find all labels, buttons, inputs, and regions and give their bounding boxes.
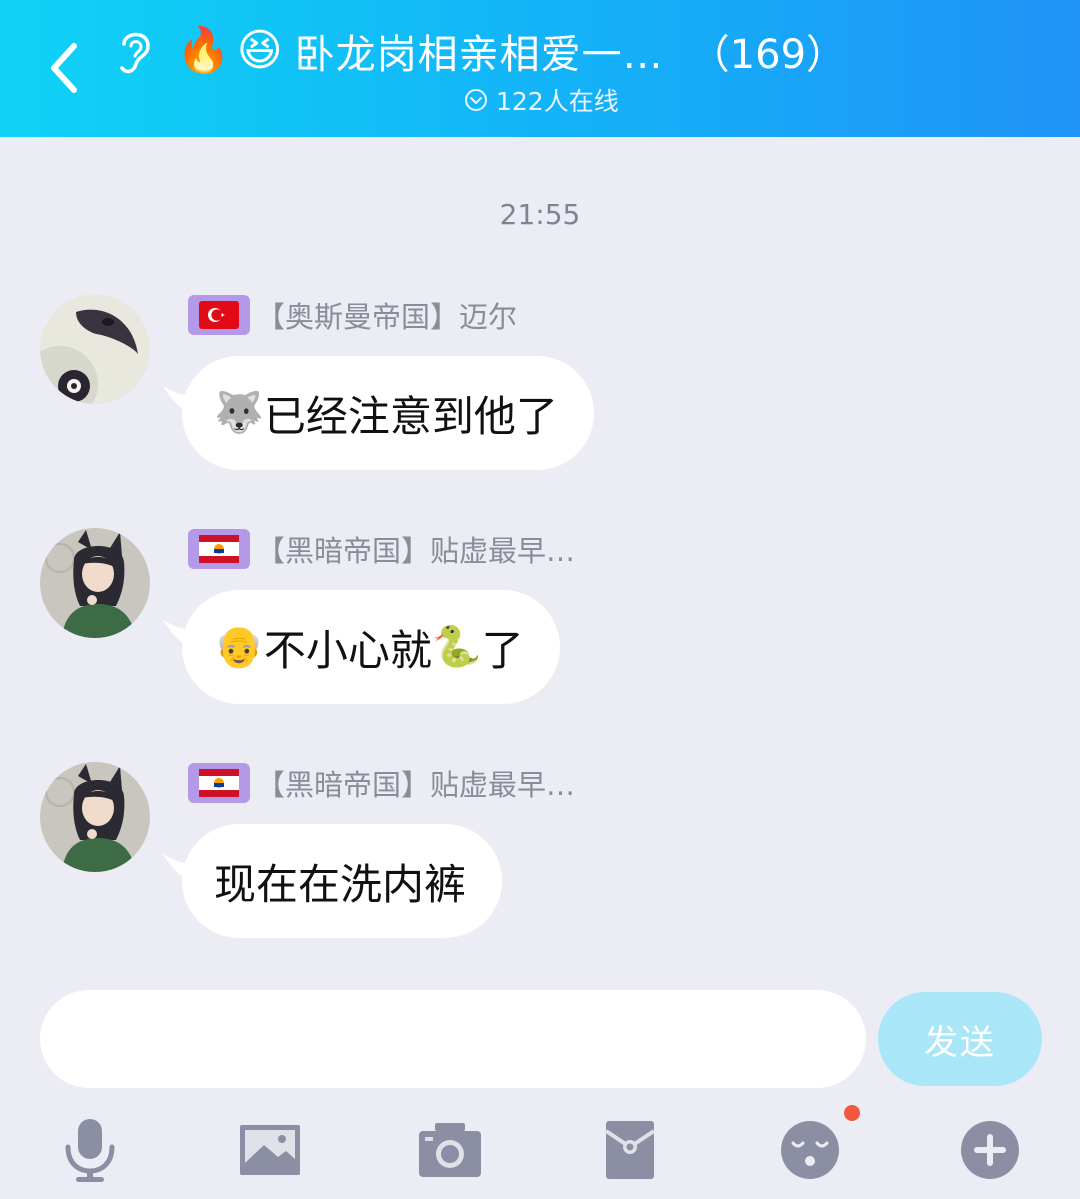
- more-button[interactable]: [950, 1110, 1030, 1190]
- avatar[interactable]: [40, 528, 150, 638]
- message-text: 不小心就: [263, 625, 432, 675]
- fire-emoji: 🔥: [176, 25, 231, 76]
- composer: 发送: [0, 968, 1080, 1199]
- turkey-flag-badge: [188, 295, 250, 335]
- camera-icon: [419, 1123, 481, 1177]
- send-button[interactable]: 发送: [878, 992, 1042, 1086]
- ear-icon: [120, 32, 150, 74]
- sender-name[interactable]: 【奥斯曼帝国】迈尔: [188, 294, 517, 336]
- emoji-icon: [781, 1121, 839, 1179]
- red-envelope-icon: [604, 1121, 656, 1179]
- french-polynesia-flag-badge: [188, 763, 250, 803]
- chat-title[interactable]: 🔥 😆 卧龙岗相亲相爱一… （169）: [176, 16, 846, 86]
- avatar[interactable]: [40, 294, 150, 404]
- chat-header: 🔥 😆 卧龙岗相亲相爱一… （169） 122人在线: [0, 0, 1080, 137]
- wolf-emoji: 🐺: [214, 390, 264, 436]
- message-bubble[interactable]: 现在在洗内裤: [182, 824, 503, 938]
- penguin-avatar-icon: [40, 294, 150, 404]
- french-polynesia-flag-icon: [199, 535, 239, 563]
- sender-name[interactable]: 【黑暗帝国】贴虚最早…: [188, 528, 575, 570]
- chevron-left-icon: [51, 43, 77, 93]
- french-polynesia-flag-icon: [199, 769, 239, 797]
- sender-label: 【奥斯曼帝国】迈尔: [256, 300, 518, 334]
- back-button[interactable]: [38, 36, 88, 100]
- image-icon: [240, 1125, 300, 1175]
- chevron-down-circle-icon: [465, 89, 487, 111]
- online-count: 122人在线: [496, 87, 619, 116]
- message-text: 已经注意到他了: [263, 391, 558, 441]
- microphone-icon: [65, 1119, 115, 1182]
- sender-name[interactable]: 【黑暗帝国】贴虚最早…: [188, 762, 575, 804]
- message-bubble[interactable]: 🐺 已经注意到他了: [182, 356, 594, 470]
- message-text: 现在在洗内裤: [214, 859, 467, 909]
- old-man-emoji: 👴: [214, 624, 264, 670]
- message-text-end: 了: [481, 625, 524, 675]
- message-bubble[interactable]: 👴 不小心就 🐍 了: [182, 590, 560, 704]
- message-input[interactable]: [40, 990, 866, 1088]
- camera-button[interactable]: [410, 1110, 490, 1190]
- red-envelope-button[interactable]: [590, 1110, 670, 1190]
- anime-girl-avatar-icon: [40, 762, 150, 872]
- image-button[interactable]: [230, 1110, 310, 1190]
- anime-girl-avatar-icon: [40, 528, 150, 638]
- voice-button[interactable]: [50, 1110, 130, 1190]
- avatar[interactable]: [40, 762, 150, 872]
- emoji-button[interactable]: [770, 1110, 850, 1190]
- member-count: （169）: [689, 32, 847, 78]
- group-name: 卧龙岗相亲相爱一…: [294, 32, 664, 78]
- sender-label: 【黑暗帝国】贴虚最早…: [256, 768, 576, 802]
- message-timestamp: 21:55: [499, 198, 581, 231]
- ear-mode-button[interactable]: [108, 22, 160, 82]
- french-polynesia-flag-badge: [188, 529, 250, 569]
- sender-label: 【黑暗帝国】贴虚最早…: [256, 534, 576, 568]
- snake-emoji: 🐍: [431, 624, 482, 670]
- plus-icon: [961, 1121, 1019, 1179]
- laughing-emoji: 😆: [236, 25, 283, 76]
- turkey-flag-icon: [199, 301, 239, 329]
- online-status[interactable]: 122人在线: [464, 84, 619, 116]
- notification-dot: [844, 1105, 860, 1121]
